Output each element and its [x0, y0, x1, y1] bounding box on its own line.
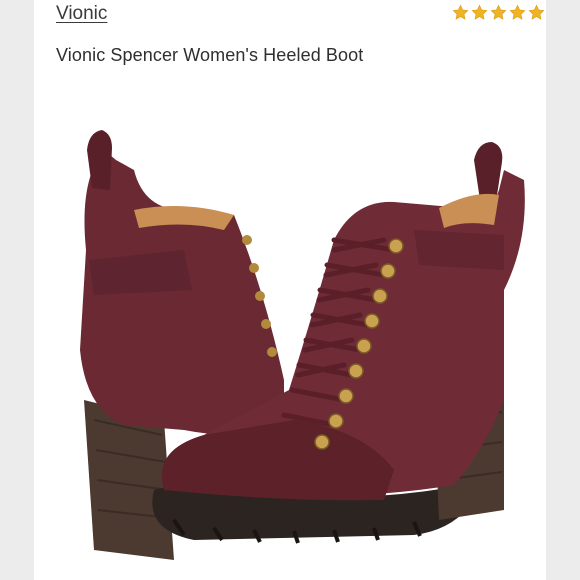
star-icon	[509, 4, 526, 20]
rating-stars	[452, 4, 545, 21]
star-icon	[452, 4, 469, 20]
product-image[interactable]	[34, 90, 546, 580]
brand-link[interactable]: Vionic	[56, 3, 107, 25]
star-icon	[528, 4, 545, 20]
listing-page: Vionic Vionic Spencer Women's Heeled Boo…	[0, 0, 580, 580]
star-icon	[471, 4, 488, 20]
product-title: Vionic Spencer Women's Heeled Boot	[56, 45, 364, 65]
star-icon	[490, 4, 507, 20]
